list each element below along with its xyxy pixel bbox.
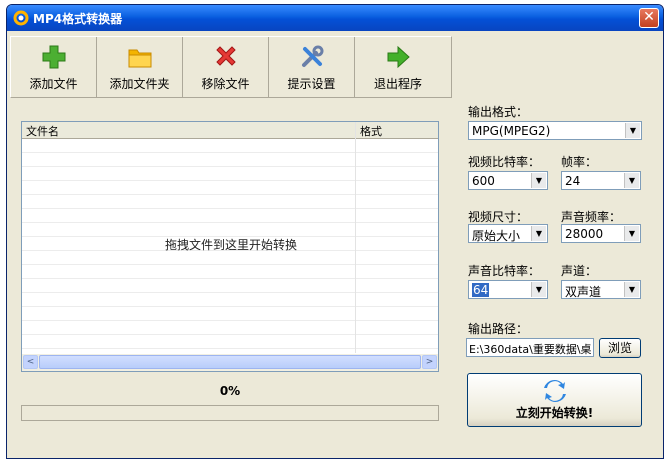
window-title: MP4格式转换器 <box>33 12 123 26</box>
chevron-down-icon[interactable]: ▼ <box>624 173 639 188</box>
settings-button[interactable]: 提示设置 <box>269 37 355 97</box>
output-path-input[interactable]: E:\360data\重要数据\桌 <box>466 338 594 357</box>
remove-file-button[interactable]: 移除文件 <box>183 37 269 97</box>
chevron-down-icon[interactable]: ▼ <box>531 282 546 297</box>
toolbar: 添加文件 添加文件夹 移除文件 提示设置 退出程序 <box>10 36 452 98</box>
drop-hint-text: 拖拽文件到这里开始转换 <box>164 238 297 252</box>
column-format[interactable]: 格式 <box>360 123 382 139</box>
file-list-header: 文件名 格式 <box>22 122 438 139</box>
close-button[interactable]: ✕ <box>639 8 659 28</box>
scroll-left-button[interactable]: < <box>23 355 38 369</box>
audio-bitrate-label: 声音比特率： <box>468 264 541 278</box>
add-file-button[interactable]: 添加文件 <box>11 37 97 97</box>
add-folder-button[interactable]: 添加文件夹 <box>97 37 183 97</box>
frame-rate-label: 帧率： <box>561 155 598 169</box>
audio-frequency-label: 声音频率： <box>561 210 622 224</box>
progress-percent: 0% <box>219 384 241 398</box>
audio-bitrate-select[interactable]: 64 ▼ <box>468 280 548 299</box>
app-window: MP4格式转换器 ✕ 添加文件 添加文件夹 移除文件 提示设置 退出程序 文件名… <box>6 4 664 459</box>
channel-label: 声道： <box>561 264 598 278</box>
audio-frequency-select[interactable]: 28000 ▼ <box>561 224 641 243</box>
scroll-thumb[interactable] <box>39 355 421 369</box>
chevron-down-icon[interactable]: ▼ <box>624 226 639 241</box>
remove-file-label: 移除文件 <box>201 77 250 91</box>
browse-button[interactable]: 浏览 <box>599 338 641 358</box>
column-filename[interactable]: 文件名 <box>26 123 59 139</box>
video-size-label: 视频尺寸： <box>468 210 529 224</box>
start-convert-label: 立刻开始转换! <box>515 406 594 420</box>
frame-rate-select[interactable]: 24 ▼ <box>561 171 641 190</box>
scroll-right-button[interactable]: > <box>422 355 437 369</box>
convert-icon <box>543 380 566 402</box>
chevron-down-icon[interactable]: ▼ <box>625 123 640 138</box>
title-bar[interactable]: MP4格式转换器 ✕ <box>7 5 663 31</box>
exit-arrow-icon <box>387 45 410 69</box>
chevron-down-icon[interactable]: ▼ <box>624 282 639 297</box>
channel-select[interactable]: 双声道 ▼ <box>561 280 641 299</box>
exit-button[interactable]: 退出程序 <box>355 37 441 97</box>
folder-icon <box>128 49 151 68</box>
file-list[interactable]: 文件名 格式 拖拽文件到这里开始转换 < > <box>21 121 439 372</box>
progress-bar <box>21 405 439 421</box>
plus-icon <box>42 45 65 69</box>
horizontal-scrollbar[interactable]: < > <box>22 354 438 371</box>
output-format-label: 输出格式： <box>468 105 529 119</box>
app-icon <box>13 10 29 26</box>
chevron-down-icon[interactable]: ▼ <box>531 226 546 241</box>
video-bitrate-label: 视频比特率： <box>468 155 541 169</box>
chevron-down-icon[interactable]: ▼ <box>531 173 546 188</box>
exit-label: 退出程序 <box>373 77 422 91</box>
add-file-label: 添加文件 <box>29 77 78 91</box>
video-size-select[interactable]: 原始大小 ▼ <box>468 224 548 243</box>
settings-label: 提示设置 <box>287 77 336 91</box>
output-path-label: 输出路径： <box>468 322 529 336</box>
start-convert-button[interactable]: 立刻开始转换! <box>467 373 642 427</box>
tools-icon <box>301 45 323 67</box>
output-format-select[interactable]: MPG(MPEG2) ▼ <box>468 121 642 140</box>
delete-icon <box>215 46 236 66</box>
add-folder-label: 添加文件夹 <box>109 77 170 91</box>
video-bitrate-select[interactable]: 600 ▼ <box>468 171 548 190</box>
